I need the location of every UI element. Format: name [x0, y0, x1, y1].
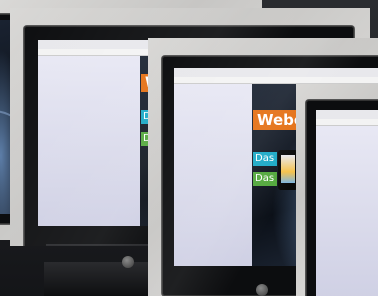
monitor-bezel	[306, 100, 378, 296]
promo-tag-cyan: Das	[253, 152, 277, 166]
browser-address-bar	[316, 119, 378, 126]
stand-knob	[256, 284, 268, 296]
photo: Weben Das Weben Das Das	[0, 0, 378, 296]
webpage	[316, 126, 378, 296]
phone-image	[278, 150, 298, 190]
stand-knob	[122, 256, 134, 268]
promo-tag-green: Das	[253, 172, 277, 186]
monitor-tile-4	[296, 84, 378, 296]
phone-screen	[281, 155, 295, 183]
monitor-stand	[44, 256, 152, 296]
browser-address-bar	[174, 77, 378, 84]
monitor-screen	[316, 110, 378, 296]
